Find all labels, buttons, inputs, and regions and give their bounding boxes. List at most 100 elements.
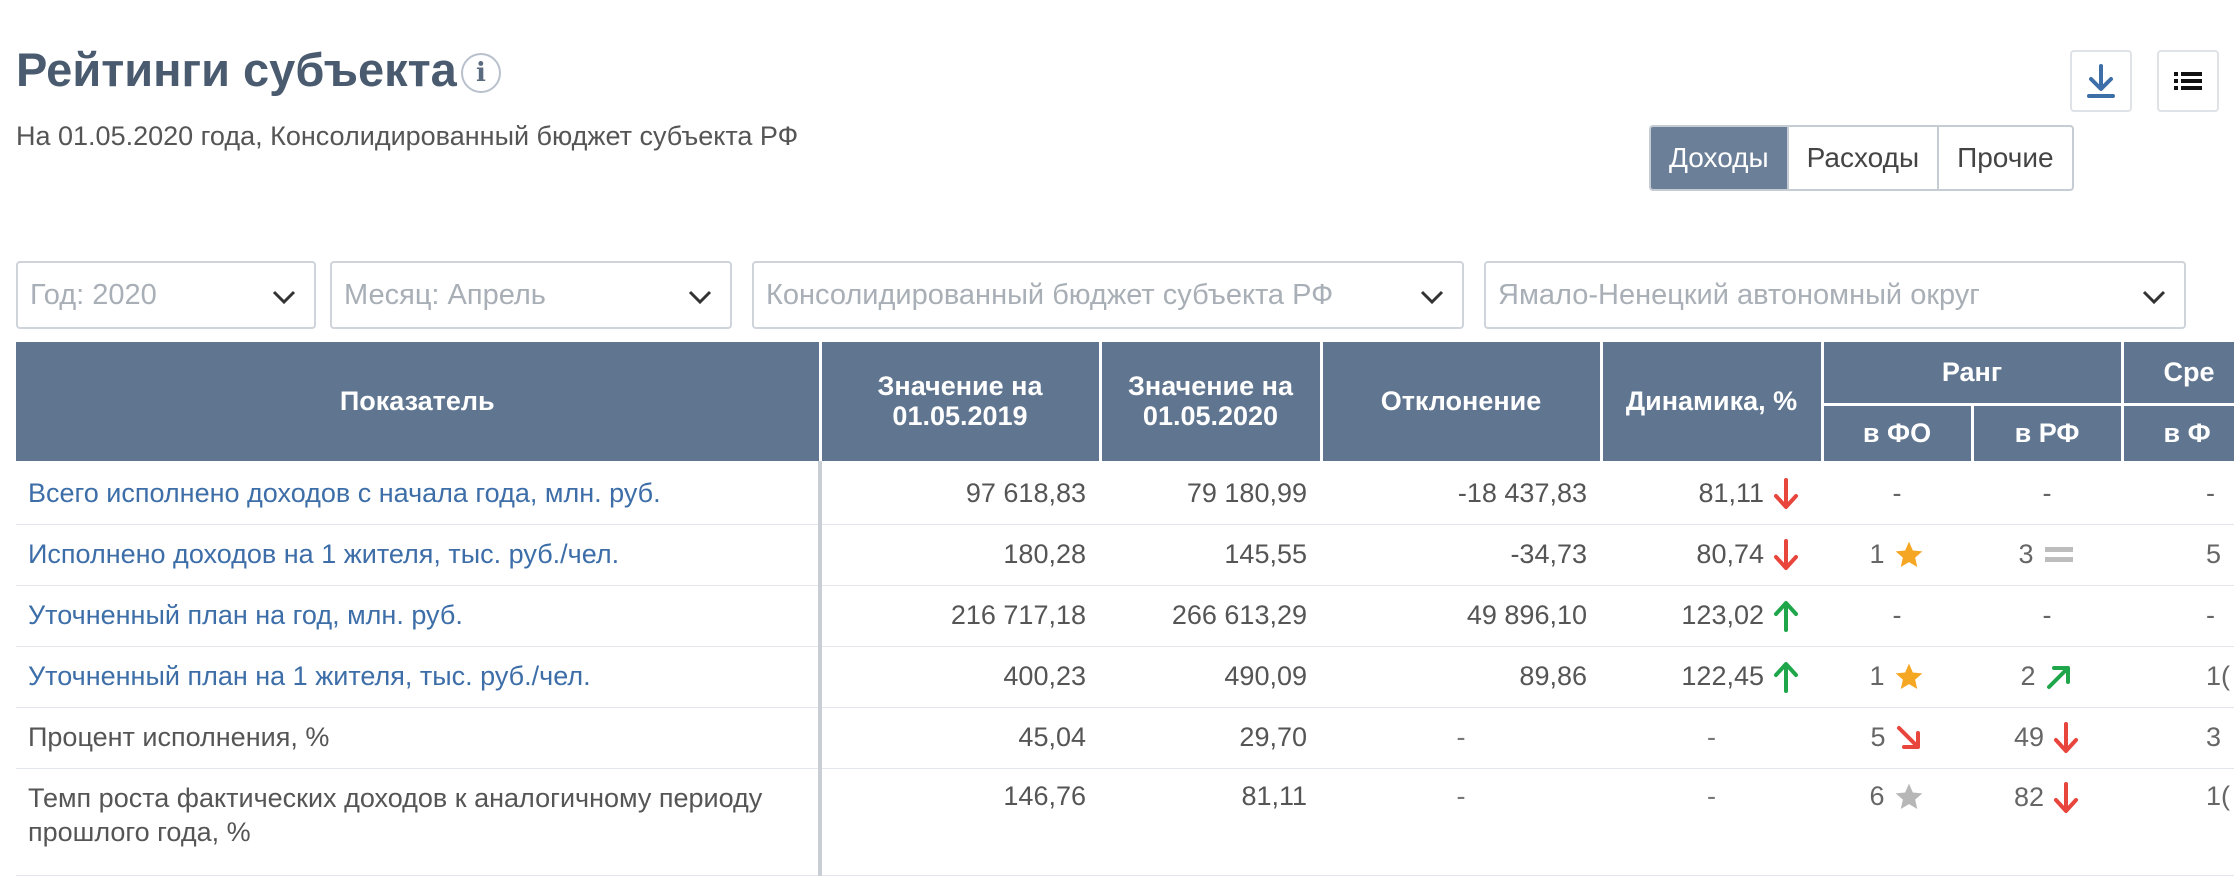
category-tabs: Доходы Расходы Прочие [1649, 125, 2074, 191]
average-fo-cell: 3 [2122, 707, 2234, 769]
indicator-cell[interactable]: Всего исполнено доходов с начала года, м… [16, 462, 822, 525]
value-2019-cell: 45,04 [820, 707, 1100, 769]
dynamics-cell: - [1601, 768, 1822, 876]
indicator-name[interactable]: Всего исполнено доходов с начала года, м… [28, 478, 661, 508]
rank-rf-cell: 49 [1972, 707, 2123, 769]
value-2020-cell: 490,09 [1100, 646, 1321, 708]
budget-select[interactable]: Консолидированный бюджет субъекта РФ [752, 261, 1464, 329]
col-rank-fo: в ФО [1822, 404, 1974, 464]
ratings-table: Показатель Значение на 01.05.2019 Значен… [16, 342, 2234, 876]
indicator-cell[interactable]: Уточненный план на 1 жителя, тыс. руб./ч… [16, 646, 822, 708]
dynamics-value: 81,11 [1698, 478, 1764, 508]
rank-fo-cell: 5 [1822, 707, 1972, 769]
value-2020-cell: 79 180,99 [1100, 462, 1321, 525]
budget-select-value: Консолидированный бюджет субъекта РФ [766, 279, 1334, 311]
col-dynamics: Динамика, % [1601, 342, 1824, 464]
dynamics-cell: 81,11 [1601, 462, 1822, 525]
col-average: Сре [2122, 342, 2234, 406]
indicator-name[interactable]: Уточненный план на 1 жителя, тыс. руб./ч… [28, 661, 591, 691]
indicator-name[interactable]: Исполнено доходов на 1 жителя, тыс. руб.… [28, 539, 619, 569]
rank-rf-cell: - [1972, 462, 2123, 525]
rank-fo-cell: - [1822, 585, 1972, 647]
info-icon[interactable]: i [461, 53, 501, 93]
download-button[interactable] [2070, 50, 2132, 112]
rank-fo-value: 6 [1869, 781, 1885, 811]
dynamics-cell: 122,45 [1601, 646, 1822, 708]
rank-rf-cell: 82 [1972, 768, 2123, 876]
value-2019-cell: 400,23 [820, 646, 1100, 708]
arrow-down-icon [2052, 781, 2080, 815]
tab-other[interactable]: Прочие [1937, 127, 2071, 189]
tab-income[interactable]: Доходы [1651, 127, 1787, 189]
value-2019-cell: 180,28 [820, 524, 1100, 586]
dynamics-value: - [1707, 780, 1716, 811]
dynamics-cell: 123,02 [1601, 585, 1822, 647]
col-indicator: Показатель [16, 342, 822, 464]
region-select-value: Ямало-Ненецкий автономный округ [1498, 279, 1980, 311]
deviation-cell: - [1321, 768, 1601, 876]
average-fo-cell: 1( [2122, 768, 2234, 876]
value-2020-cell: 81,11 [1100, 768, 1321, 876]
arrow-down-icon [1772, 538, 1800, 572]
value-2019-cell: 97 618,83 [820, 462, 1100, 525]
rank-rf-value: 3 [2018, 539, 2034, 569]
chevron-down-icon [1420, 290, 1444, 305]
chevron-down-icon [688, 290, 712, 305]
rank-fo-cell: 6 [1822, 768, 1972, 876]
rank-rf-value: - [2042, 478, 2052, 508]
table-row: Темп роста фактических доходов к аналоги… [16, 768, 2234, 876]
arrow-up-icon [1772, 599, 1800, 633]
col-rank: Ранг [1822, 342, 2124, 406]
table-row: Процент исполнения, % 45,04 29,70- -5 49 3 [16, 707, 2234, 769]
dynamics-value: - [1707, 722, 1716, 752]
deviation-cell: -18 437,83 [1321, 462, 1601, 525]
indicator-name: Темп роста фактических доходов к аналоги… [28, 782, 763, 847]
dynamics-value: 122,45 [1681, 661, 1764, 691]
equal-icon [2042, 540, 2076, 570]
table-row: Уточненный план на год, млн. руб. 216 717… [16, 585, 2234, 647]
month-select[interactable]: Месяц: Апрель [330, 261, 732, 329]
chevron-down-icon [2142, 290, 2166, 305]
page-subtitle: На 01.05.2020 года, Консолидированный бю… [16, 121, 799, 151]
list-view-button[interactable] [2157, 50, 2219, 112]
star-gray-icon [1893, 781, 1925, 813]
dynamics-value: 123,02 [1681, 600, 1764, 630]
average-fo-cell: 5 [2122, 524, 2234, 586]
deviation-cell: 49 896,10 [1321, 585, 1601, 647]
deviation-cell: - [1321, 707, 1601, 769]
rank-fo-value: 1 [1869, 661, 1885, 691]
star-orange-icon [1893, 539, 1925, 571]
rank-rf-cell: 3 [1972, 524, 2123, 586]
arrow-up-icon [1772, 660, 1800, 694]
rank-rf-value: 2 [2020, 661, 2036, 691]
rank-fo-value: - [1892, 600, 1902, 630]
arrow-up-right-icon [2044, 662, 2074, 692]
table-row: Всего исполнено доходов с начала года, м… [16, 462, 2234, 525]
col-average-fo: в Ф [2122, 404, 2234, 464]
indicator-cell[interactable]: Исполнено доходов на 1 жителя, тыс. руб.… [16, 524, 822, 586]
rank-rf-cell: 2 [1972, 646, 2123, 708]
table-row: Уточненный план на 1 жителя, тыс. руб./ч… [16, 646, 2234, 708]
rank-rf-value: 49 [2013, 722, 2045, 752]
value-2020-cell: 29,70 [1100, 707, 1321, 769]
indicator-name[interactable]: Уточненный план на год, млн. руб. [28, 600, 463, 630]
indicator-cell[interactable]: Уточненный план на год, млн. руб. [16, 585, 822, 647]
average-fo-cell: - [2122, 462, 2234, 525]
rank-fo-cell: 1 [1822, 646, 1972, 708]
star-orange-icon [1893, 661, 1925, 693]
deviation-cell: -34,73 [1321, 524, 1601, 586]
value-2019-cell: 146,76 [820, 768, 1100, 876]
arrow-down-right-icon [1894, 723, 1924, 753]
rank-fo-cell: 1 [1822, 524, 1972, 586]
region-select[interactable]: Ямало-Ненецкий автономный округ [1484, 261, 2186, 329]
month-select-value: Месяц: Апрель [344, 279, 546, 311]
deviation-cell: 89,86 [1321, 646, 1601, 708]
year-select[interactable]: Год: 2020 [16, 261, 316, 329]
indicator-cell: Процент исполнения, % [16, 707, 822, 769]
rank-rf-value: 82 [2013, 782, 2045, 812]
col-value-2019: Значение на 01.05.2019 [820, 342, 1102, 464]
indicator-cell: Темп роста фактических доходов к аналоги… [16, 768, 822, 876]
col-deviation: Отклонение [1321, 342, 1603, 464]
tab-expenses[interactable]: Расходы [1786, 127, 1937, 189]
rank-rf-cell: - [1972, 585, 2123, 647]
